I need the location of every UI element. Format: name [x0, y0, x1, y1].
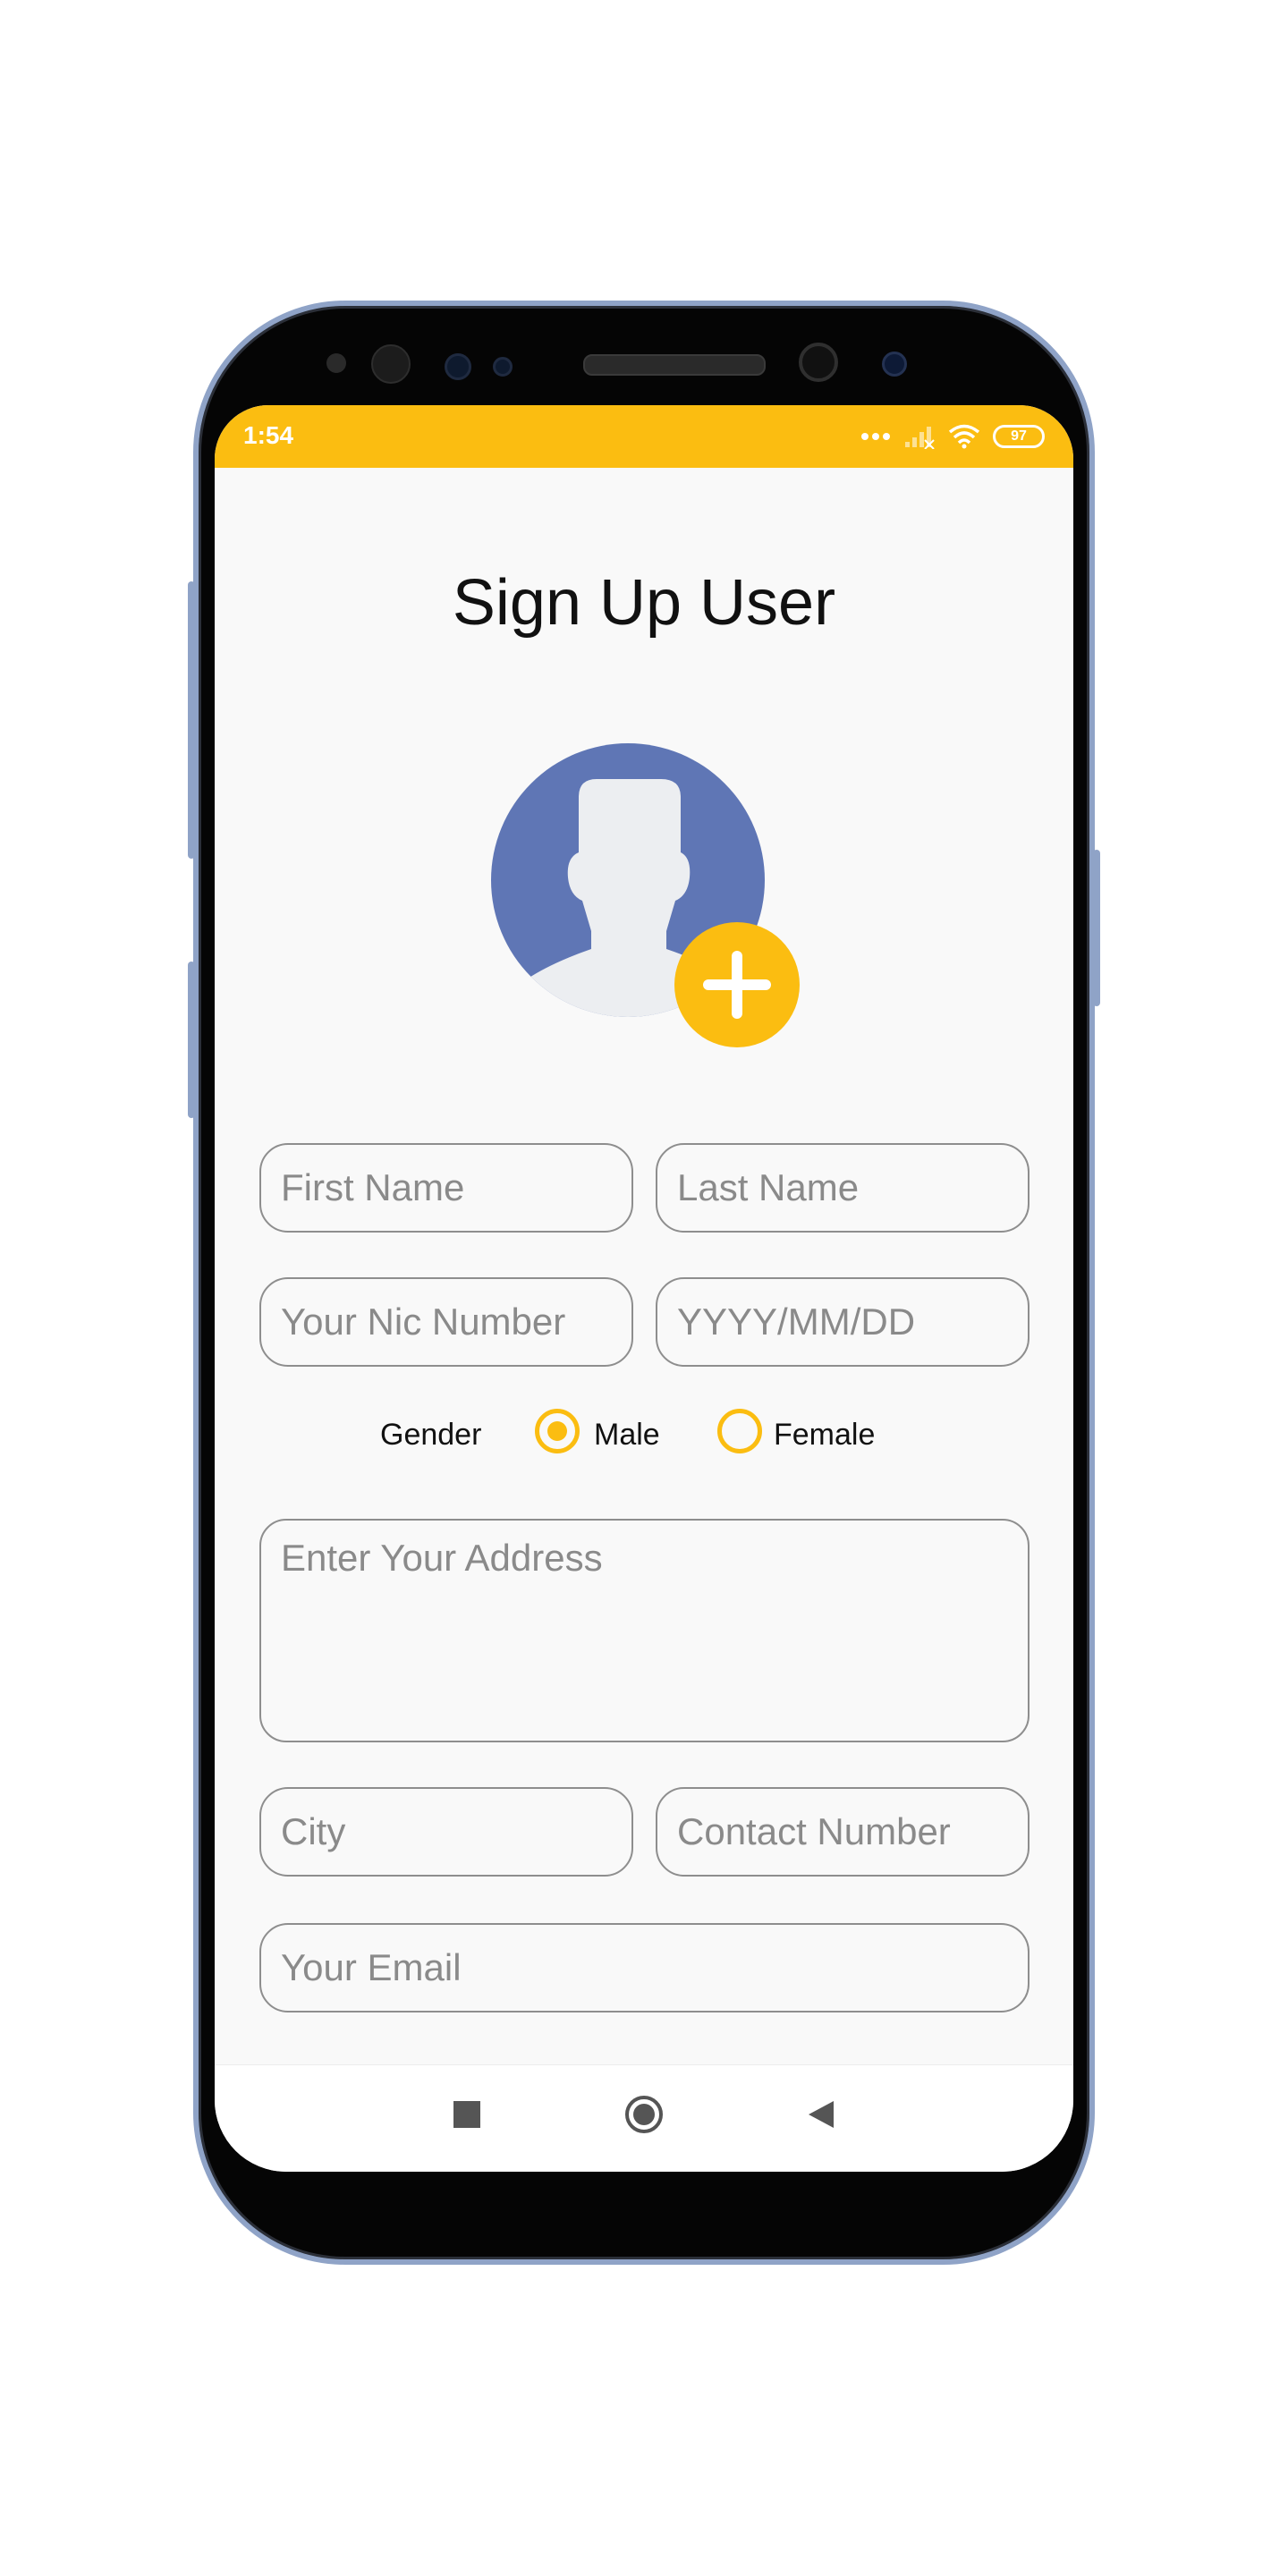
camera-lens-icon [882, 352, 907, 377]
wifi-icon [948, 424, 980, 449]
radio-female-label[interactable]: Female [774, 1418, 875, 1453]
proximity-sensor-icon [445, 353, 471, 380]
front-camera-icon [799, 343, 838, 382]
gender-label: Gender [380, 1418, 482, 1452]
square-recents-icon [453, 2101, 480, 2128]
volume-down-button [188, 962, 195, 1118]
light-sensor-icon [493, 357, 513, 377]
address-placeholder: Enter Your Address [281, 1537, 603, 1579]
first-name-placeholder: First Name [281, 1166, 465, 1208]
battery-level: 97 [1011, 428, 1027, 444]
screen: 1:54 97 Sign Up User First Name Last Nam… [215, 405, 1073, 2172]
sensor-icon [326, 353, 346, 373]
add-photo-button[interactable] [674, 922, 800, 1047]
email-placeholder: Your Email [281, 1946, 462, 1988]
power-button [1093, 850, 1100, 1006]
circle-home-icon [625, 2096, 663, 2133]
email-input[interactable]: Your Email [259, 1923, 1030, 2012]
iris-sensor-icon [371, 344, 411, 384]
navigation-bar [215, 2064, 1073, 2172]
page-title: Sign Up User [452, 567, 836, 639]
dots-icon [861, 433, 890, 440]
radio-female[interactable] [717, 1409, 762, 1453]
radio-male-label[interactable]: Male [594, 1418, 660, 1453]
gender-selector: Gender Male Female [215, 1407, 1073, 1461]
radio-male[interactable] [535, 1409, 580, 1453]
contact-number-input[interactable]: Contact Number [656, 1787, 1030, 1877]
status-time: 1:54 [243, 421, 294, 449]
home-button[interactable] [624, 2095, 664, 2139]
contact-number-placeholder: Contact Number [677, 1810, 951, 1852]
first-name-input[interactable]: First Name [259, 1143, 633, 1233]
nic-number-placeholder: Your Nic Number [281, 1301, 566, 1343]
status-icons: 97 [860, 423, 1045, 450]
date-of-birth-input[interactable]: YYYY/MM/DD [656, 1277, 1030, 1367]
plus-icon [703, 951, 771, 1019]
volume-up-button [188, 581, 195, 859]
earpiece-speaker [583, 354, 766, 376]
back-button[interactable] [805, 2099, 835, 2134]
triangle-back-icon [809, 2101, 834, 2128]
nic-number-input[interactable]: Your Nic Number [259, 1277, 633, 1367]
radio-selected-dot [547, 1421, 567, 1441]
last-name-placeholder: Last Name [677, 1166, 860, 1208]
last-name-input[interactable]: Last Name [656, 1143, 1030, 1233]
battery-icon: 97 [993, 425, 1045, 448]
signal-icon [905, 427, 935, 449]
address-textarea[interactable]: Enter Your Address [259, 1519, 1030, 1742]
city-placeholder: City [281, 1810, 346, 1852]
status-bar: 1:54 97 [215, 405, 1073, 468]
date-of-birth-placeholder: YYYY/MM/DD [677, 1301, 916, 1343]
recents-button[interactable] [452, 2099, 482, 2134]
city-input[interactable]: City [259, 1787, 633, 1877]
avatar-picker[interactable] [491, 743, 800, 1047]
